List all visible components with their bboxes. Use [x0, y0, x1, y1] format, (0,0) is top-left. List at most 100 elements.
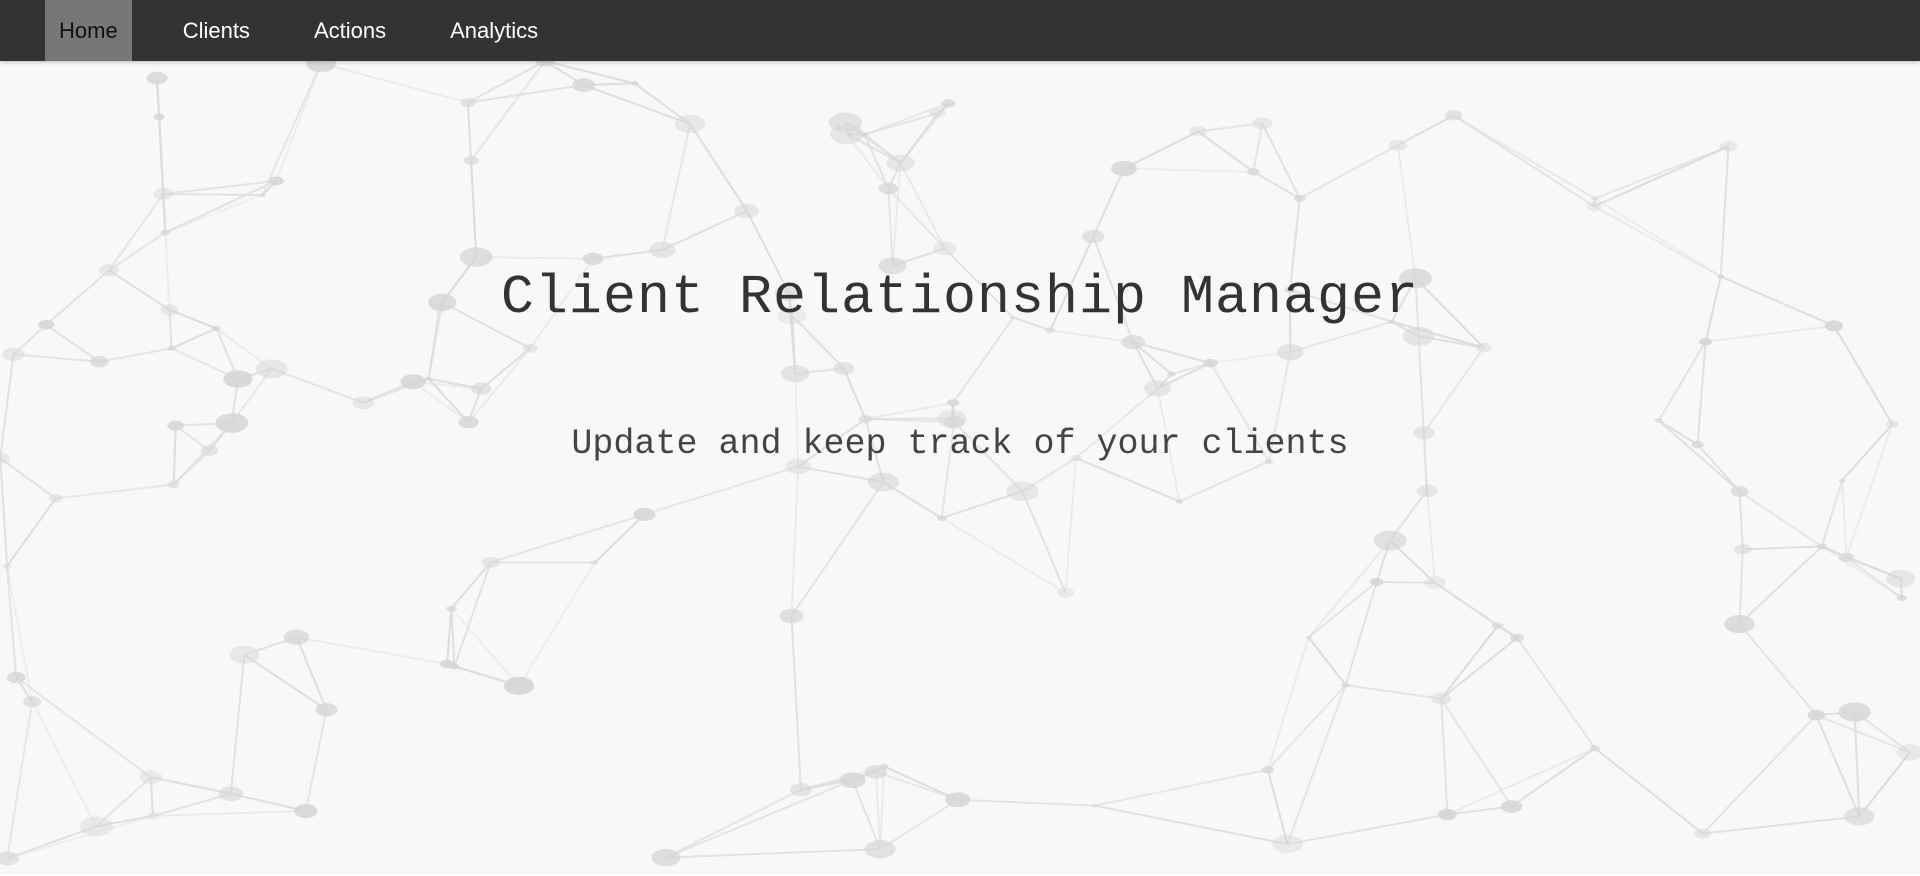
network-line [883, 765, 959, 801]
network-node [789, 783, 812, 797]
network-line [1453, 114, 1596, 200]
network-line [1594, 145, 1729, 200]
network-line [1702, 714, 1818, 835]
network-line [164, 179, 277, 234]
network-node [833, 362, 855, 375]
network-node [1654, 418, 1663, 424]
network-node [1175, 499, 1184, 504]
network-line [1396, 145, 1417, 279]
network-node [1510, 633, 1525, 642]
network-line [1286, 684, 1347, 845]
nav-item-home[interactable]: Home [45, 0, 132, 61]
network-node [828, 112, 862, 133]
network-line [1516, 637, 1596, 749]
network-line [1434, 582, 1499, 627]
network-node [504, 676, 535, 695]
network-node [1388, 139, 1408, 151]
network-line [1417, 336, 1425, 433]
network-node [1591, 196, 1599, 201]
network-node [160, 229, 171, 236]
network-line [1657, 341, 1707, 422]
network-line [15, 676, 152, 779]
network-node [1730, 486, 1749, 497]
network-node [1816, 543, 1827, 550]
network-node [1491, 622, 1504, 630]
network-line [1702, 815, 1860, 835]
network-node [425, 376, 433, 381]
network-node [734, 203, 760, 219]
network-node [1111, 160, 1137, 177]
network-node [1438, 808, 1457, 821]
network-node [1844, 807, 1875, 826]
network-node [1431, 692, 1452, 705]
network-node [651, 848, 681, 867]
network-line [1050, 329, 1134, 344]
network-node [1724, 614, 1755, 634]
network-node [630, 81, 639, 86]
network-line [790, 466, 800, 617]
network-line [1123, 167, 1254, 173]
network-node [446, 605, 457, 612]
nav-item-clients[interactable]: Clients [169, 0, 264, 61]
network-node [779, 608, 804, 624]
network-line [261, 63, 322, 196]
network-node [306, 61, 336, 73]
network-node [6, 671, 26, 683]
network-line [453, 562, 492, 667]
network-line [6, 565, 18, 678]
network-node [146, 71, 168, 85]
network-line [1853, 711, 1861, 817]
network-node [1341, 682, 1350, 688]
network-line [879, 798, 959, 851]
network-line [1287, 813, 1448, 846]
network-node [1896, 594, 1907, 602]
network-node [867, 472, 899, 492]
network-node [633, 507, 656, 522]
network-node [146, 812, 160, 820]
network-node [460, 97, 476, 108]
network-node [167, 480, 181, 489]
network-node [879, 763, 889, 770]
network-line [1453, 114, 1595, 208]
nav-menu: Home Clients Actions Analytics [45, 0, 588, 61]
network-node [294, 804, 318, 819]
network-line [229, 654, 246, 794]
network-node [1252, 117, 1273, 130]
network-node [48, 494, 63, 503]
network-node [1424, 576, 1446, 590]
nav-item-analytics[interactable]: Analytics [436, 0, 552, 61]
network-node [933, 241, 957, 256]
network-line [1440, 625, 1499, 700]
nav-item-actions[interactable]: Actions [300, 0, 400, 61]
network-line [941, 517, 1066, 594]
network-line [644, 465, 799, 516]
network-line [1594, 197, 1722, 278]
network-line [665, 779, 853, 859]
network-line [31, 701, 98, 827]
network-line [1299, 144, 1399, 200]
network-node [1886, 569, 1916, 588]
network-node [878, 182, 899, 195]
network-node [1189, 126, 1207, 137]
network-line [1307, 636, 1347, 686]
network-line [887, 188, 894, 266]
network-node [352, 396, 374, 410]
network-line [470, 61, 546, 162]
network-node [572, 78, 596, 92]
network-line [665, 788, 802, 859]
network-node [1373, 530, 1407, 551]
network-node [89, 356, 109, 368]
network-node [1091, 803, 1098, 808]
network-line [55, 483, 174, 500]
network-node [1699, 337, 1713, 346]
network-line [790, 481, 885, 617]
network-node [229, 645, 260, 664]
network-node [1586, 201, 1602, 212]
network-line [1858, 751, 1911, 818]
network-node [1807, 709, 1826, 721]
network-node [2, 563, 12, 569]
network-node [936, 515, 947, 521]
network-line [1308, 581, 1378, 639]
network-line [1267, 684, 1347, 771]
network-node [945, 792, 971, 808]
